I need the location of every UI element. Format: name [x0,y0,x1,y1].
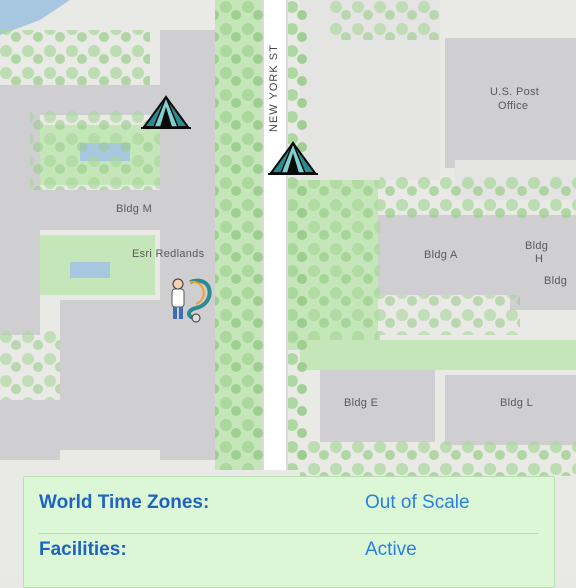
building-label-post-office-1: U.S. Post [490,86,540,98]
street-label-new-york-st: NEW YORK ST [268,44,280,132]
building-label-bldg-h-2: H [535,253,544,265]
building-label-bldg-e: Bldg E [344,397,379,409]
building-label-post-office-2: Office [498,100,529,112]
layer-status-value: Active [365,539,417,560]
tent-icon[interactable] [268,141,318,176]
layer-name-label: World Time Zones: [39,492,210,513]
building-label-bldg-l: Bldg L [500,397,533,409]
building-label-bldg-edge: Bldg [544,275,568,287]
layer-status-value: Out of Scale [365,492,470,513]
layer-status-panel: World Time Zones: Out of Scale Facilitie… [23,476,555,588]
layer-name-label: Facilities: [39,539,127,560]
layer-row-facilities: Facilities: Active [39,530,539,570]
building-label-bldg-h-1: Bldg [525,240,549,252]
building-label-esri-redlands: Esri Redlands [132,248,205,260]
tent-icon[interactable] [141,95,191,130]
building-label-bldg-m: Bldg M [116,203,153,215]
layer-row-world-time-zones: World Time Zones: Out of Scale [39,483,539,523]
building-label-bldg-a: Bldg A [424,249,458,261]
doctor-stethoscope-icon[interactable] [166,274,216,324]
